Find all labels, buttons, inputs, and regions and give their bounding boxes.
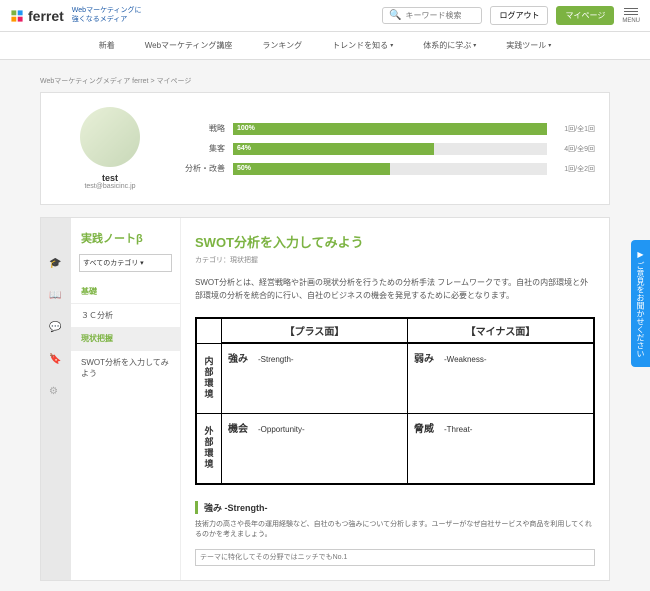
search-icon: 🔍 — [389, 10, 401, 21]
profile-email: test@basicinc.jp — [55, 183, 165, 190]
swot-internal-label: 内部環境 — [197, 343, 221, 413]
sidebar-title: 実践ノートβ — [71, 218, 180, 254]
chat-icon[interactable]: 💬 — [49, 322, 63, 336]
swot-threat: 脅威-Threat- — [407, 413, 593, 483]
progress-label: 集客 — [185, 143, 225, 154]
progress-bar: 64% — [233, 143, 547, 155]
menu-button[interactable]: MENU — [622, 8, 640, 24]
sidebar-item-3c[interactable]: ３Ｃ分析 — [71, 304, 180, 327]
side-icon-bar: 🎓 📖 💬 🔖 ⚙ — [41, 218, 71, 580]
profile-name: test — [55, 173, 165, 183]
logout-button[interactable]: ログアウト — [490, 6, 548, 25]
logo-text: ferret — [28, 8, 64, 24]
swot-strength: 強み-Strength- — [221, 343, 407, 413]
chevron-down-icon: ▾ — [473, 42, 476, 49]
progress-bar: 50% — [233, 163, 547, 175]
progress-label: 戦略 — [185, 123, 225, 134]
progress-row: 集客 64% 4回/全9回 — [185, 143, 595, 155]
swot-plus-header: 【プラス面】 — [221, 319, 407, 343]
sub-desc: 技術力の高さや長年の運用経験など、自社のもつ強みについて分析します。ユーザーがな… — [195, 520, 595, 541]
progress-bar: 100% — [233, 123, 547, 135]
content-category: カテゴリ：現状把握 — [195, 255, 595, 265]
nav-ranking[interactable]: ランキング — [262, 40, 302, 51]
nav-new[interactable]: 新着 — [99, 40, 115, 51]
progress-count: 1回/全1回 — [555, 124, 595, 134]
mypage-button[interactable]: マイページ — [556, 6, 614, 25]
nav-trend[interactable]: トレンドを知る▾ — [332, 40, 393, 51]
swot-grid: 【プラス面】 【マイナス面】 内部環境 強み-Strength- 弱み-Weak… — [195, 317, 595, 485]
avatar — [80, 107, 140, 167]
progress-label: 分析・改善 — [185, 163, 225, 174]
book-icon[interactable]: 📖 — [49, 290, 63, 304]
cap-icon[interactable]: 🎓 — [49, 258, 63, 272]
sidebar-group-basic[interactable]: 基礎 — [71, 280, 180, 304]
breadcrumb-current: マイページ — [157, 78, 192, 85]
gear-icon[interactable]: ⚙ — [49, 386, 63, 400]
swot-weakness: 弱み-Weakness- — [407, 343, 593, 413]
progress-count: 4回/全9回 — [555, 144, 595, 154]
logo[interactable]: ferret — [10, 8, 64, 24]
nav-course[interactable]: Webマーケティング講座 — [145, 40, 233, 51]
tagline: Webマーケティングに 強くなるメディア — [72, 7, 142, 24]
progress-count: 1回/全2回 — [555, 164, 595, 174]
content: SWOT分析を入力してみよう カテゴリ：現状把握 SWOT分析とは、経営戦略や計… — [181, 218, 609, 580]
swot-minus-header: 【マイナス面】 — [407, 319, 593, 343]
search-input[interactable] — [405, 11, 475, 20]
chevron-down-icon: ▾ — [390, 42, 393, 49]
main-nav: 新着 Webマーケティング講座 ランキング トレンドを知る▾ 体系的に学ぶ▾ 実… — [0, 32, 650, 60]
nav-learn[interactable]: 体系的に学ぶ▾ — [423, 40, 476, 51]
progress-row: 分析・改善 50% 1回/全2回 — [185, 163, 595, 175]
feedback-tab[interactable]: ▶ ご意見をお聞かせください — [631, 240, 650, 367]
breadcrumb: Webマーケティングメディア ferret > マイページ — [40, 70, 610, 92]
sub-title: 強み -Strength- — [195, 501, 595, 514]
logo-icon — [10, 9, 24, 23]
swot-external-label: 外部環境 — [197, 413, 221, 483]
content-desc: SWOT分析とは、経営戦略や計画の現状分析を行うための分析手法 フレームワークで… — [195, 277, 595, 303]
progress-row: 戦略 100% 1回/全1回 — [185, 123, 595, 135]
chevron-down-icon: ▾ — [548, 42, 551, 49]
sidebar-group-current[interactable]: 現状把握 — [71, 327, 180, 351]
swot-opportunity: 機会-Opportunity- — [221, 413, 407, 483]
breadcrumb-root[interactable]: Webマーケティングメディア ferret — [40, 78, 149, 85]
strength-input[interactable] — [195, 549, 595, 566]
sidebar: 実践ノートβ すべてのカテゴリ ▾ 基礎 ３Ｃ分析 現状把握 SWOT分析を入力… — [71, 218, 181, 580]
page-title: SWOT分析を入力してみよう — [195, 232, 595, 251]
sidebar-item-swot[interactable]: SWOT分析を入力してみよう — [71, 351, 180, 385]
search-box[interactable]: 🔍 — [382, 7, 482, 24]
nav-tools[interactable]: 実践ツール▾ — [506, 40, 551, 51]
profile-section: test test@basicinc.jp 戦略 100% 1回/全1回集客 64% 4… — [40, 92, 610, 205]
category-select[interactable]: すべてのカテゴリ ▾ — [79, 254, 172, 272]
bookmark-icon[interactable]: 🔖 — [49, 354, 63, 368]
